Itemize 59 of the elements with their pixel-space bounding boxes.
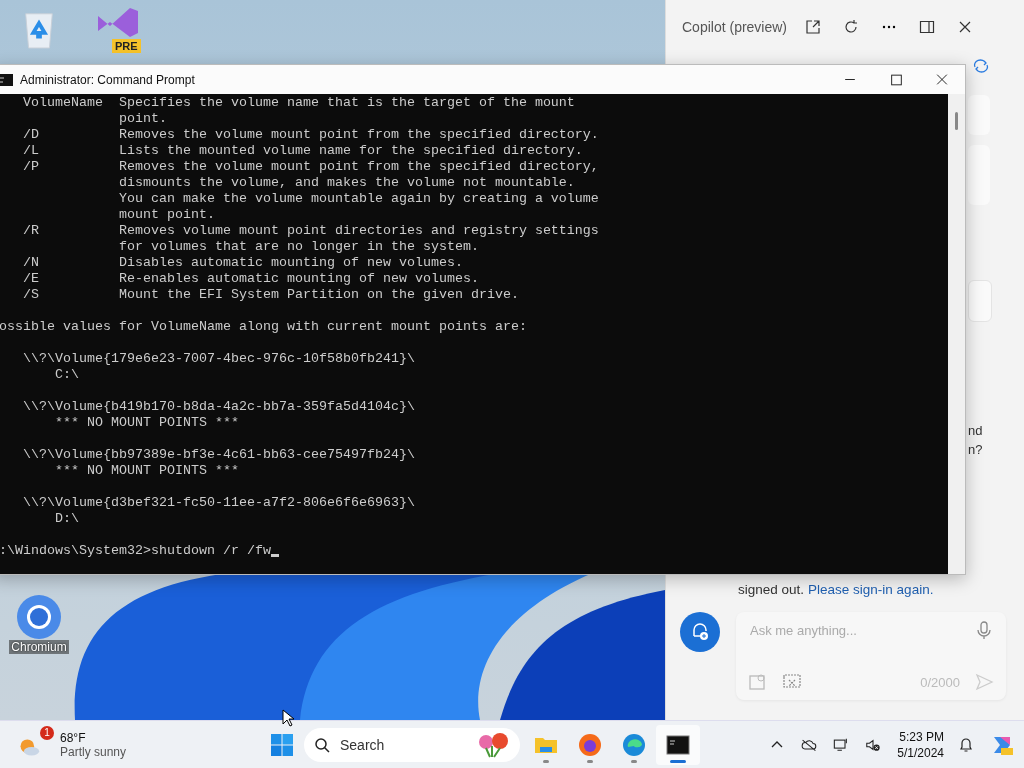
console-line: /R Removes volume mount point directories and registry settings [22,223,600,239]
chat-add-icon [690,622,710,642]
message-text: nd [968,423,983,438]
shortcut-label[interactable]: Chromium [9,640,69,654]
sync-icon[interactable] [972,58,990,74]
text-cursor [270,554,279,557]
window-title: Administrator: Command Prompt [20,72,195,87]
open-external-icon[interactable] [805,19,822,35]
console-line: /L Lists the mounted volume name for the specified directory. [22,143,584,159]
console-line: /D Removes the volume mount point from the specified directory. [22,127,600,143]
scrollbar-thumb[interactable] [955,112,958,130]
console-line: C:\ [54,367,80,383]
console-line: \\?\Volume{d3bef321-fc50-11ee-a7f2-806e6f6e6963}\ [22,495,416,511]
weather-text[interactable]: Partly sunny [60,744,127,759]
console-line: *** NO MOUNT POINTS *** [54,463,240,479]
console-line: D:\ [54,511,80,527]
console-icon [666,732,690,757]
mouse-pointer-icon [282,709,294,727]
console-line: \\?\Volume{bb97389e-bf3e-4c61-bb63-cee75497fb24}\ [22,447,416,463]
sign-in-link[interactable]: Please sign-in again. [808,582,934,597]
terminal-app[interactable] [656,724,700,765]
fox-globe-icon [578,732,602,757]
search-icon [314,736,330,753]
chat-input-field[interactable]: Ask me anything... [748,621,974,639]
console-line: \\?\Volume{b419b170-b8da-4a2c-bb7a-359fa5d4104c}\ [22,399,416,415]
temperature-text[interactable]: 68°F [60,730,127,745]
message-text: n? [968,442,983,457]
console-line: mount point. [117,207,216,223]
console-line: for volumes that are no longer in the system. [117,239,480,255]
console-line: /S Mount the EFI System Partition on the given drive. [22,287,520,303]
console-line: dismounts the volume, and makes the volume not mountable. [117,175,576,191]
character-counter: 0/2000 [920,674,960,690]
new-topic-button[interactable] [680,612,720,652]
browser-shortcut-icon[interactable] [16,594,62,640]
console-line: *** NO MOUNT POINTS *** [54,415,240,431]
refresh-icon[interactable] [843,19,860,35]
microphone-icon[interactable] [974,620,994,640]
command-line: :\Windows\System32>shutdown /r /fw [0,543,271,559]
start-icon[interactable] [270,732,294,757]
console-line: /P Removes the volume mount point from the specified directory, [22,159,600,175]
console-line: You can make the volume mountable again by creating a volume [117,191,600,207]
notification-badge: 1 [40,725,54,740]
console-line: \\?\Volume{179e6e23-7007-4bec-976c-10f58b0fb241}\ [22,351,416,367]
console-line: /E Re-enables automatic mounting of new volumes. [22,271,480,287]
preview-badge: PRE [112,39,141,53]
bell-icon[interactable] [958,736,974,753]
network-icon[interactable] [833,736,850,753]
console-line: point. [117,111,168,127]
clock[interactable]: 5:23 PM 5/1/2024 [897,728,944,761]
volume-muted-icon[interactable] [865,736,882,753]
notice-text: signed out. [738,582,805,597]
search-box[interactable]: Search [304,727,520,762]
wave-globe-icon [622,732,646,757]
console-icon [0,73,13,86]
console-line: /N Disables automatic mounting of new volumes. [22,255,464,271]
console-line: VolumeName Specifies the volume name that is the target of the mount [22,95,576,111]
console-line: ossible values for VolumeName along with current mount points are: [0,319,528,335]
sidebar-icon[interactable] [919,19,936,35]
pane-title: Copilot (preview) [682,19,788,35]
